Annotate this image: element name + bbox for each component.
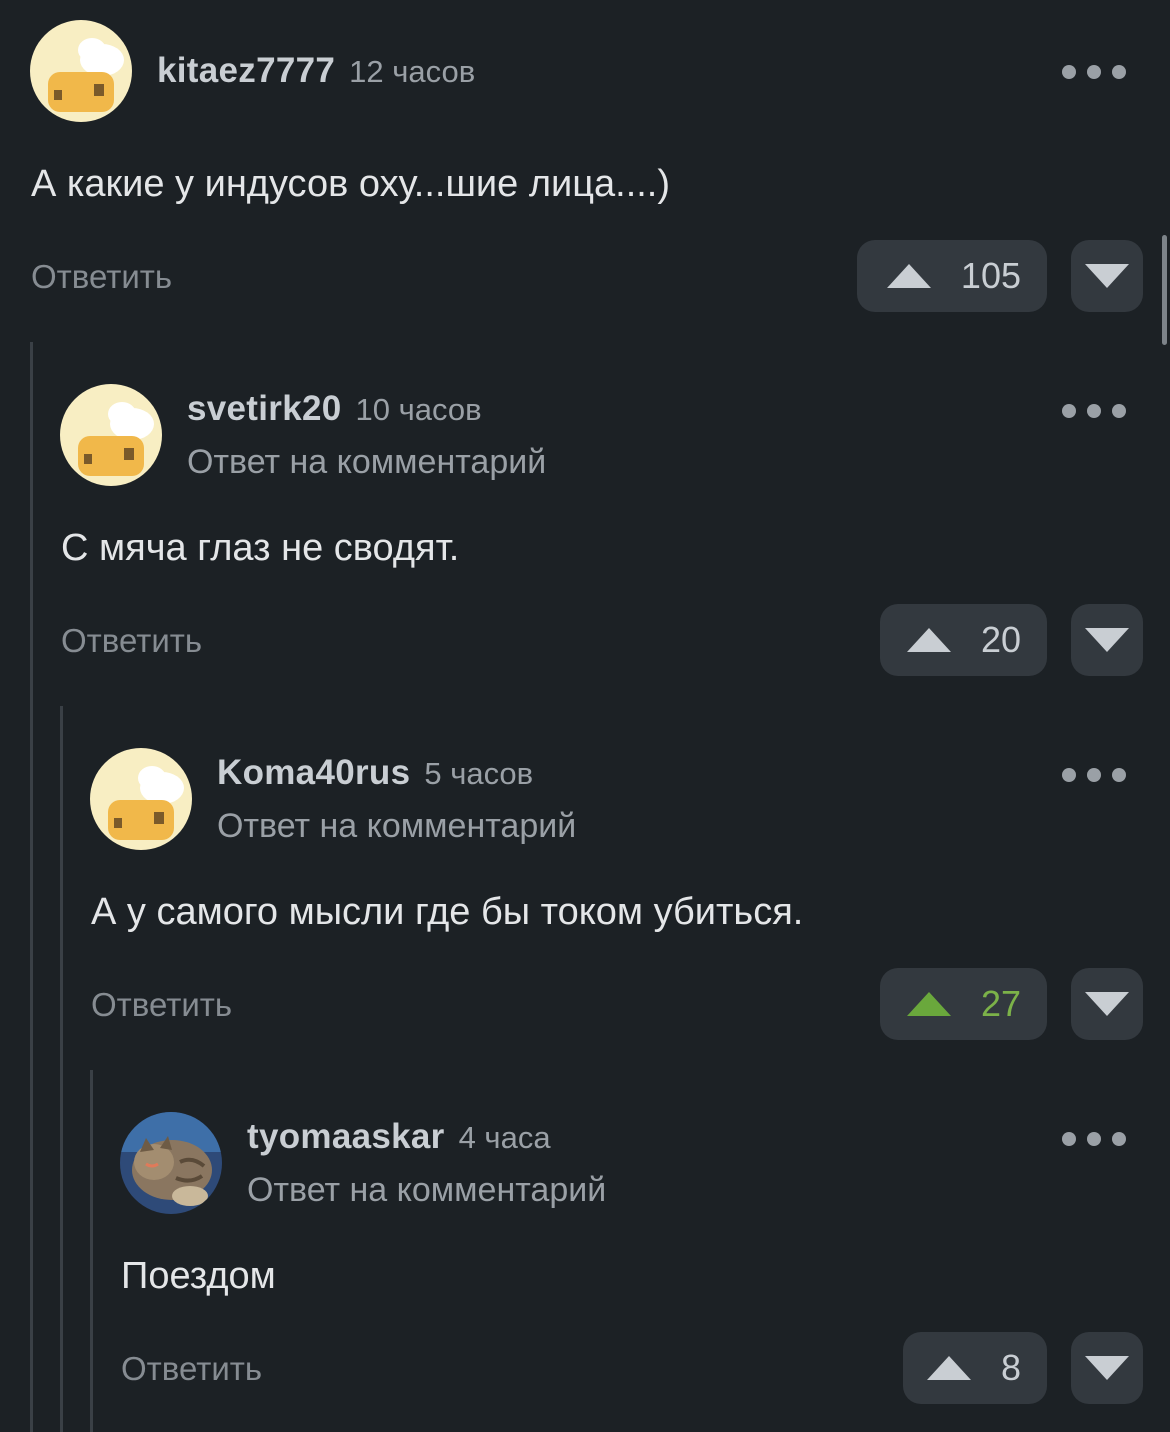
cat-photo-avatar-icon: [120, 1112, 222, 1214]
more-options-icon[interactable]: [1062, 403, 1126, 419]
username[interactable]: svetirk20 10 часов: [187, 389, 482, 429]
username-text[interactable]: tyomaaskar: [247, 1117, 445, 1156]
scrollbar[interactable]: [1162, 235, 1167, 345]
arrow-down-icon: [1085, 628, 1129, 652]
arrow-up-icon: [906, 628, 951, 652]
comment-text: А какие у индусов оху...шие лица....): [31, 163, 671, 205]
rating-count: 20: [980, 619, 1021, 660]
reply-button[interactable]: Ответить: [31, 258, 172, 296]
upvote-button[interactable]: 27: [880, 968, 1047, 1040]
arrow-up-icon: [926, 1356, 971, 1380]
reply-note: Ответ на комментарий: [247, 1171, 607, 1209]
username-text[interactable]: svetirk20: [187, 389, 342, 428]
upvote-button[interactable]: 105: [857, 240, 1047, 312]
chef-avatar-icon: [60, 384, 162, 486]
reply-button[interactable]: Ответить: [121, 1350, 262, 1388]
reply-button[interactable]: Ответить: [61, 622, 202, 660]
reply-note: Ответ на комментарий: [187, 443, 547, 481]
thread-line-level-1: [30, 342, 33, 1432]
chef-avatar-icon: [90, 748, 192, 850]
thread-line-level-3: [90, 1070, 93, 1432]
rating-count: 27: [980, 983, 1021, 1024]
user-avatar[interactable]: [30, 20, 132, 122]
more-options-icon[interactable]: [1062, 1131, 1126, 1147]
arrow-down-icon: [1085, 264, 1129, 288]
user-avatar[interactable]: [90, 748, 192, 850]
reply-note: Ответ на комментарий: [217, 807, 577, 845]
username[interactable]: kitaez7777 12 часов: [157, 51, 475, 91]
thread-line-level-2: [60, 706, 63, 1432]
upvote-button[interactable]: 8: [903, 1332, 1047, 1404]
more-options-icon[interactable]: [1062, 767, 1126, 783]
more-options-icon[interactable]: [1062, 64, 1126, 80]
chef-avatar-icon: [30, 20, 132, 122]
username[interactable]: tyomaaskar 4 часа: [247, 1117, 551, 1157]
timestamp: 10 часов: [355, 392, 482, 427]
comment-text: Поездом: [121, 1255, 276, 1297]
downvote-button[interactable]: [1071, 240, 1143, 312]
comment-text: А у самого мысли где бы током убиться.: [91, 891, 804, 933]
username[interactable]: Koma40rus 5 часов: [217, 753, 533, 793]
arrow-up-icon: [886, 264, 931, 288]
downvote-button[interactable]: [1071, 968, 1143, 1040]
downvote-button[interactable]: [1071, 604, 1143, 676]
upvote-button[interactable]: 20: [880, 604, 1047, 676]
arrow-down-icon: [1085, 1356, 1129, 1380]
timestamp: 4 часа: [458, 1120, 551, 1155]
username-text[interactable]: Koma40rus: [217, 753, 410, 792]
downvote-button[interactable]: [1071, 1332, 1143, 1404]
reply-button[interactable]: Ответить: [91, 986, 232, 1024]
user-avatar[interactable]: [60, 384, 162, 486]
arrow-down-icon: [1085, 992, 1129, 1016]
user-avatar[interactable]: [120, 1112, 222, 1214]
timestamp: 12 часов: [349, 54, 476, 89]
rating-count: 8: [1000, 1347, 1021, 1388]
timestamp: 5 часов: [424, 756, 534, 791]
username-text[interactable]: kitaez7777: [157, 51, 335, 90]
comment-text: С мяча глаз не сводят.: [61, 527, 460, 569]
rating-count: 105: [960, 255, 1021, 296]
arrow-up-icon: [906, 992, 951, 1016]
